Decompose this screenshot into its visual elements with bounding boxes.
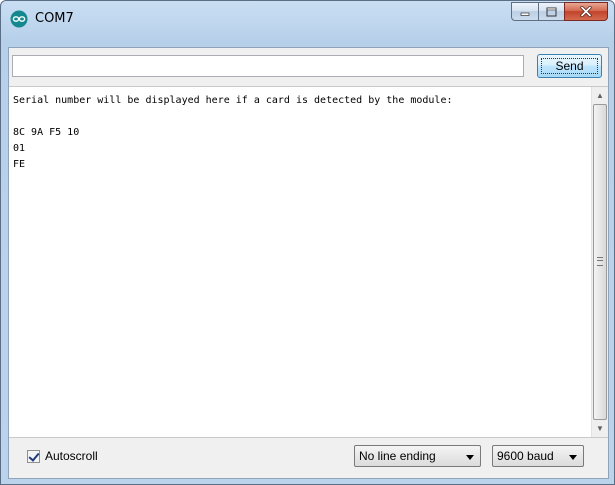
maximize-icon (546, 7, 557, 16)
status-row: Autoscroll No line ending 9600 baud (9, 437, 608, 478)
output-line: Serial number will be displayed here if … (13, 95, 453, 106)
close-icon (580, 6, 592, 17)
checkmark-icon (28, 449, 40, 462)
autoscroll-label: Autoscroll (45, 449, 98, 463)
title-bar[interactable]: COM7 (1, 1, 614, 41)
minimize-icon (520, 12, 530, 16)
baud-rate-value: 9600 baud (497, 449, 554, 463)
output-lines: Serial number will be displayed here if … (13, 93, 585, 173)
caption-buttons (511, 2, 608, 22)
vertical-scrollbar[interactable]: ▲ ▼ (591, 87, 608, 437)
scroll-up-arrow-icon[interactable]: ▲ (592, 87, 608, 104)
baud-rate-select[interactable]: 9600 baud (492, 445, 584, 467)
serial-monitor-window: COM7 Send Serial number will be displaye… (0, 0, 615, 485)
arduino-infinity-icon (10, 10, 28, 28)
window-title: COM7 (35, 11, 74, 26)
output-line: 8C 9A F5 10 (13, 127, 80, 138)
grip-icon (597, 257, 603, 266)
serial-monitor-body: Send Serial number will be displayed her… (8, 47, 609, 479)
focus-ring (541, 58, 598, 74)
minimize-button[interactable] (511, 2, 538, 21)
send-row: Send (9, 48, 608, 86)
scroll-down-arrow-icon[interactable]: ▼ (592, 420, 608, 437)
serial-output-area[interactable]: Serial number will be displayed here if … (9, 86, 608, 438)
autoscroll-toggle[interactable]: Autoscroll (27, 449, 98, 463)
chevron-down-icon (569, 455, 577, 460)
line-ending-value: No line ending (359, 449, 436, 463)
output-line: 01 (13, 143, 26, 154)
chevron-down-icon (466, 455, 474, 460)
send-button[interactable]: Send (537, 54, 602, 78)
serial-send-input[interactable] (12, 55, 524, 77)
line-ending-select[interactable]: No line ending (354, 445, 481, 467)
autoscroll-checkbox[interactable] (27, 449, 40, 463)
close-button[interactable] (564, 2, 608, 21)
scrollbar-thumb[interactable] (593, 104, 607, 420)
output-line: FE (13, 159, 26, 170)
maximize-button[interactable] (538, 2, 564, 21)
